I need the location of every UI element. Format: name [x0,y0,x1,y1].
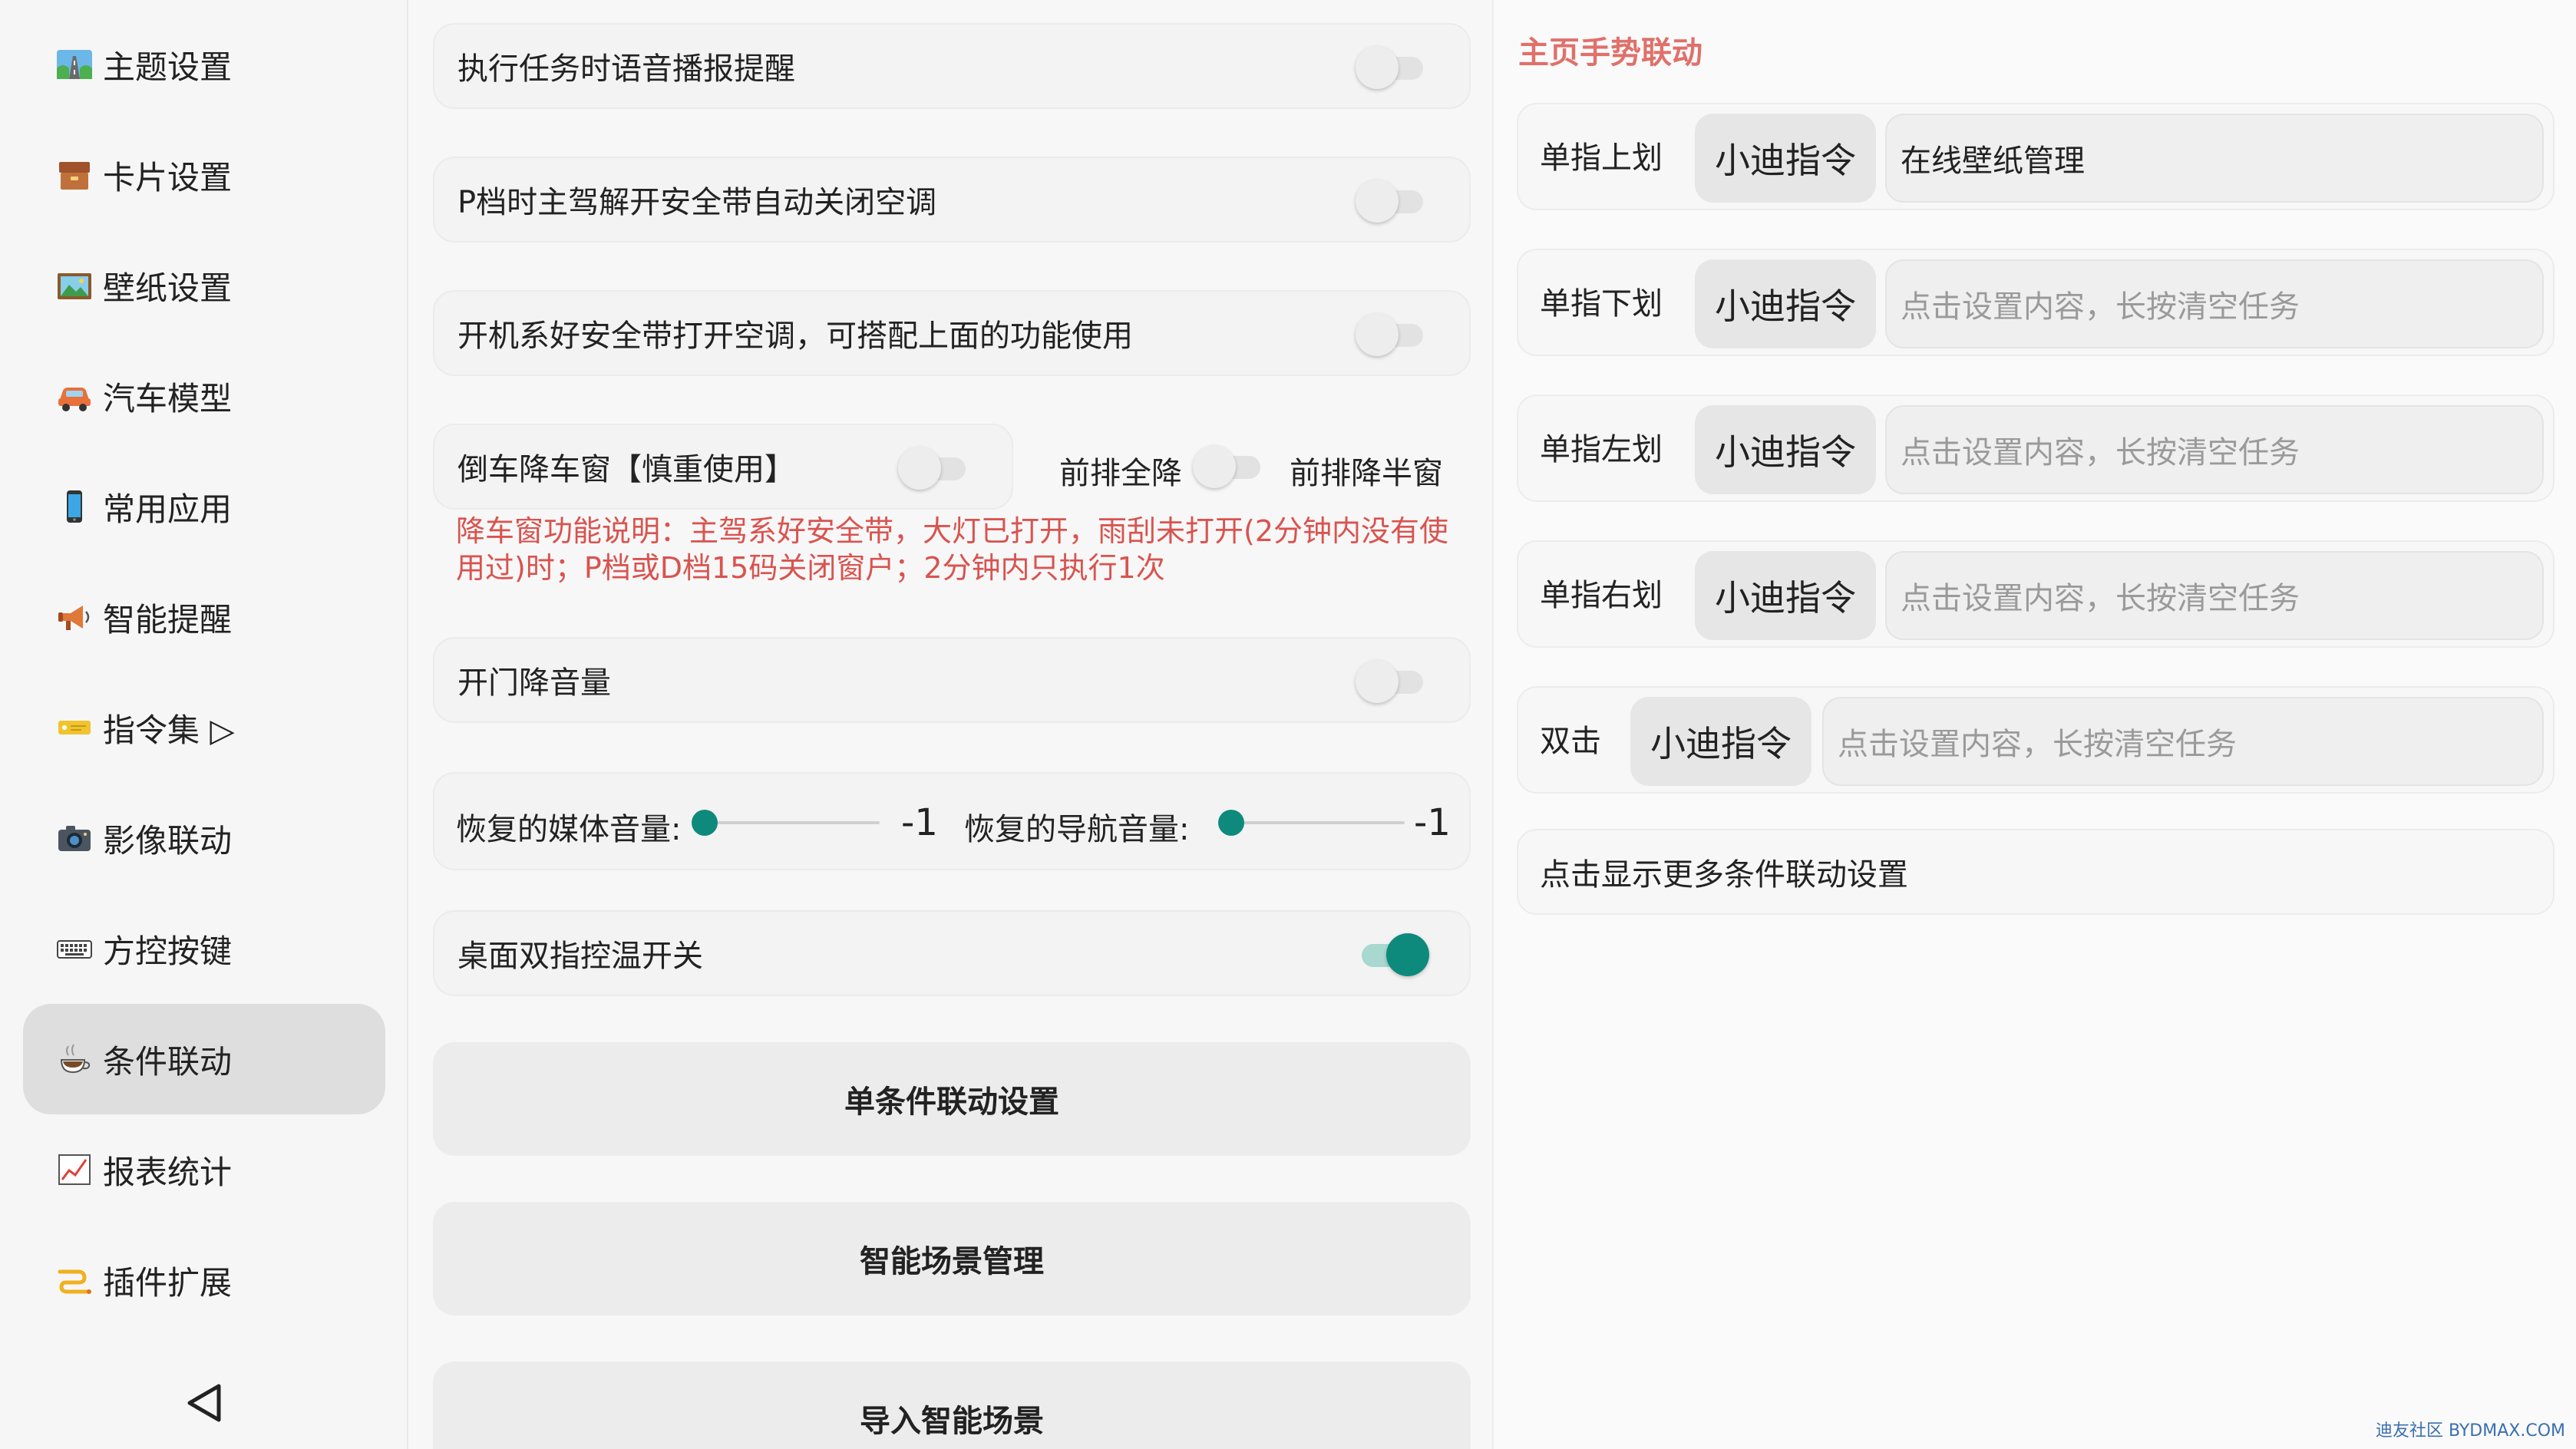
gesture-task-field[interactable]: 点击设置内容，长按清空任务 [1885,551,2544,640]
boot-ac-toggle[interactable] [1356,313,1429,356]
sidebar-item-reminder[interactable]: 智能提醒 [23,562,385,672]
sidebar-item-car-model[interactable]: 汽车模型 [23,341,385,451]
sidebar-item-label: 卡片设置 [103,158,233,196]
gesture-row-swipe-down: 单指下划 小迪指令 点击设置内容，长按清空任务 [1517,249,2555,356]
front-window-toggle[interactable] [1193,445,1267,488]
car-icon [55,377,94,415]
gesture-section-title: 主页手势联动 [1518,35,1702,71]
temp-control-row: 桌面双指控温开关 [433,910,1471,996]
sidebar-item-card[interactable]: 卡片设置 [23,120,385,230]
gesture-task-field[interactable]: 点击设置内容，长按清空任务 [1885,405,2544,494]
reverse-window-toggle[interactable] [898,447,972,490]
sidebar-item-report[interactable]: 报表统计 [23,1114,385,1225]
sidebar-item-label: 汽车模型 [103,379,233,418]
sidebar-item-condition-link[interactable]: 条件联动 [23,1004,385,1114]
temp-control-toggle[interactable] [1356,933,1429,976]
nav-volume-value: -1 [1414,801,1451,844]
keyboard-icon [55,929,94,968]
gesture-row-swipe-left: 单指左划 小迪指令 点击设置内容，长按清空任务 [1517,394,2555,502]
scene-manage-button[interactable]: 智能场景管理 [433,1202,1471,1315]
gesture-task-field[interactable]: 点击设置内容，长按清空任务 [1885,259,2544,348]
sidebar-item-plugins[interactable]: 插件扩展 [23,1225,385,1335]
sidebar-item-camera[interactable]: 影像联动 [23,783,385,893]
back-icon[interactable] [181,1378,227,1428]
gesture-label: 双击 [1540,724,1601,759]
sidebar-item-apps[interactable]: 常用应用 [23,451,385,562]
nav-volume-slider[interactable] [1218,807,1405,838]
reverse-window-row: 倒车降车窗【慎重使用】 [433,424,1013,510]
command-type-button[interactable]: 小迪指令 [1695,551,1876,640]
chart-icon [55,1150,94,1189]
sidebar-item-label: 指令集 ▷ [103,711,235,749]
gesture-label: 单指右划 [1540,578,1663,613]
gesture-row-swipe-up: 单指上划 小迪指令 在线壁纸管理 [1517,103,2555,210]
sidebar-item-label: 插件扩展 [103,1263,233,1302]
front-half-label: 前排降半窗 [1290,456,1443,491]
megaphone-icon [55,598,94,636]
phone-icon [55,487,94,526]
voice-announce-row: 执行任务时语音播报提醒 [433,23,1471,109]
settings-panel: 执行任务时语音播报提醒 P档时主驾解开安全带自动关闭空调 开机系好安全带打开空调… [408,0,1492,1449]
sidebar-item-label: 智能提醒 [103,600,233,639]
front-full-label: 前排全降 [1059,456,1182,491]
voice-announce-toggle[interactable] [1356,46,1429,89]
gesture-task-field[interactable]: 在线壁纸管理 [1885,114,2544,203]
temp-control-label: 桌面双指控温开关 [457,939,703,974]
ticket-icon [55,708,94,747]
media-volume-label: 恢复的媒体音量: [456,812,682,847]
sidebar-item-label: 报表统计 [103,1153,233,1191]
volume-row: 恢复的媒体音量: -1 恢复的导航音量: -1 [433,772,1471,870]
plugin-icon [55,1261,94,1299]
camera-icon [55,819,94,857]
import-scene-button[interactable]: 导入智能场景 [433,1362,1471,1449]
sidebar-item-steering-keys[interactable]: 方控按键 [23,893,385,1004]
picture-icon [55,266,94,305]
p-gear-ac-label: P档时主驾解开安全带自动关闭空调 [457,185,937,220]
gesture-task-field[interactable]: 点击设置内容，长按清空任务 [1822,697,2544,786]
single-condition-button[interactable]: 单条件联动设置 [433,1042,1471,1156]
sidebar-item-label: 方控按键 [103,932,233,970]
road-icon [55,45,94,84]
show-more-conditions-button[interactable]: 点击显示更多条件联动设置 [1517,829,2555,915]
media-volume-slider[interactable] [692,807,880,838]
sidebar-item-label: 影像联动 [103,821,233,860]
sidebar-item-label: 常用应用 [103,490,233,528]
sidebar: 主题设置 卡片设置 壁纸设置 汽车模型 常用应用 智能提醒 指令集 ▷ 影像联动… [0,0,408,1449]
door-volume-row: 开门降音量 [433,637,1471,723]
nav-volume-label: 恢复的导航音量: [964,812,1190,847]
sidebar-item-theme[interactable]: 主题设置 [23,9,385,120]
media-volume-value: -1 [901,801,938,844]
gesture-row-double-tap: 双击 小迪指令 点击设置内容，长按清空任务 [1517,686,2555,794]
command-type-button[interactable]: 小迪指令 [1630,697,1811,786]
sidebar-item-command-set[interactable]: 指令集 ▷ [23,672,385,783]
box-icon [55,156,94,194]
p-gear-ac-toggle[interactable] [1356,180,1429,223]
gesture-label: 单指左划 [1540,432,1663,467]
reverse-window-description: 降车窗功能说明：主驾系好安全带，大灯已打开，雨刮未打开(2分钟内没有使用过)时；… [456,514,1449,585]
coffee-icon [55,1040,94,1078]
command-type-button[interactable]: 小迪指令 [1695,405,1876,494]
gesture-label: 单指下划 [1540,286,1663,322]
boot-ac-row: 开机系好安全带打开空调，可搭配上面的功能使用 [433,290,1471,376]
voice-announce-label: 执行任务时语音播报提醒 [457,51,795,87]
command-type-button[interactable]: 小迪指令 [1695,114,1876,203]
door-volume-label: 开门降音量 [457,665,611,701]
sidebar-item-label: 壁纸设置 [103,269,233,307]
sidebar-item-label: 主题设置 [103,48,233,86]
sidebar-item-label: 条件联动 [103,1042,233,1081]
gesture-label: 单指上划 [1540,140,1663,176]
sidebar-item-wallpaper[interactable]: 壁纸设置 [23,230,385,341]
p-gear-ac-row: P档时主驾解开安全带自动关闭空调 [433,157,1471,243]
reverse-window-label: 倒车降车窗【慎重使用】 [457,452,795,487]
door-volume-toggle[interactable] [1356,660,1429,703]
gesture-row-swipe-right: 单指右划 小迪指令 点击设置内容，长按清空任务 [1517,540,2555,648]
watermark: 迪友社区 BYDMAX.COM [2375,1421,2565,1441]
gesture-panel: 主页手势联动 单指上划 小迪指令 在线壁纸管理 单指下划 小迪指令 点击设置内容… [1492,0,2576,1449]
boot-ac-label: 开机系好安全带打开空调，可搭配上面的功能使用 [457,319,1133,354]
command-type-button[interactable]: 小迪指令 [1695,259,1876,348]
